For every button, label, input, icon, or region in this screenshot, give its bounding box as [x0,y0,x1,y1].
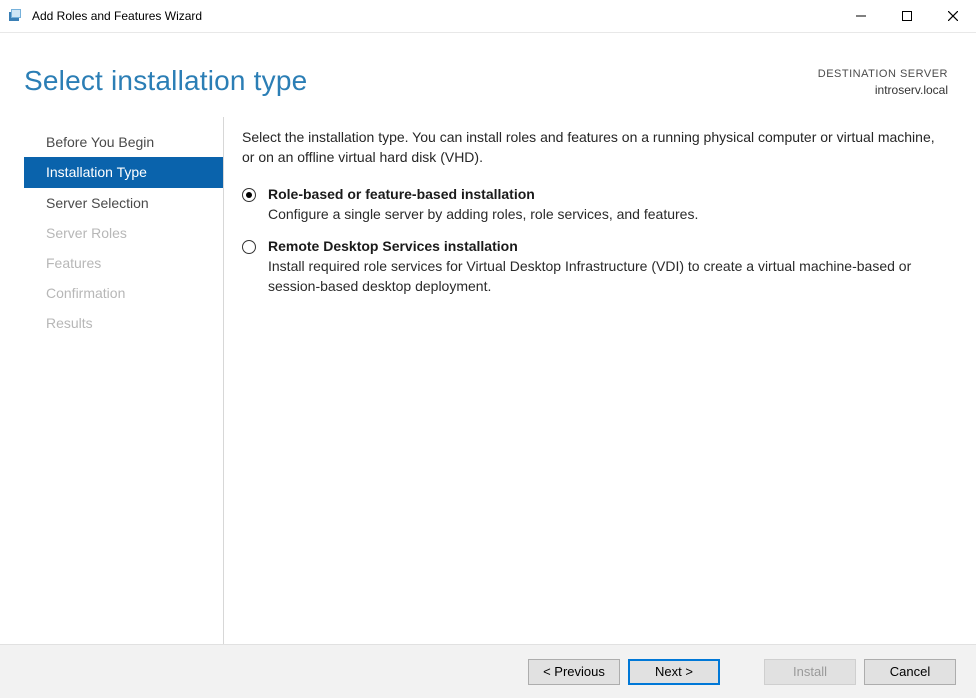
step-confirmation: Confirmation [24,278,223,308]
step-before-you-begin[interactable]: Before You Begin [24,127,223,157]
content-pane: Select the installation type. You can in… [224,117,952,644]
destination-label: DESTINATION SERVER [818,67,948,82]
option-role-based[interactable]: Role-based or feature-based installation… [242,186,948,224]
titlebar: Add Roles and Features Wizard [0,0,976,33]
radio-rds[interactable] [242,240,256,254]
option-title: Remote Desktop Services installation [268,238,928,254]
next-button[interactable]: Next > [628,659,720,685]
maximize-button[interactable] [884,0,930,32]
step-server-roles: Server Roles [24,218,223,248]
intro-text: Select the installation type. You can in… [242,127,942,168]
cancel-button[interactable]: Cancel [864,659,956,685]
step-server-selection[interactable]: Server Selection [24,188,223,218]
destination-value: introserv.local [818,82,948,99]
wizard-steps-sidebar: Before You Begin Installation Type Serve… [24,117,224,644]
step-features: Features [24,248,223,278]
option-title: Role-based or feature-based installation [268,186,698,202]
step-installation-type[interactable]: Installation Type [24,157,223,187]
page-title: Select installation type [24,65,307,97]
close-button[interactable] [930,0,976,32]
install-button: Install [764,659,856,685]
radio-role-based[interactable] [242,188,256,202]
option-desc: Configure a single server by adding role… [268,204,698,224]
previous-button[interactable]: < Previous [528,659,620,685]
footer-buttons: < Previous Next > Install Cancel [0,644,976,698]
wizard-icon [8,8,24,24]
step-results: Results [24,308,223,338]
minimize-button[interactable] [838,0,884,32]
destination-block: DESTINATION SERVER introserv.local [818,65,948,99]
option-desc: Install required role services for Virtu… [268,256,928,297]
option-rds[interactable]: Remote Desktop Services installation Ins… [242,238,948,297]
header: Select installation type DESTINATION SER… [0,33,976,117]
window-title: Add Roles and Features Wizard [32,9,838,23]
